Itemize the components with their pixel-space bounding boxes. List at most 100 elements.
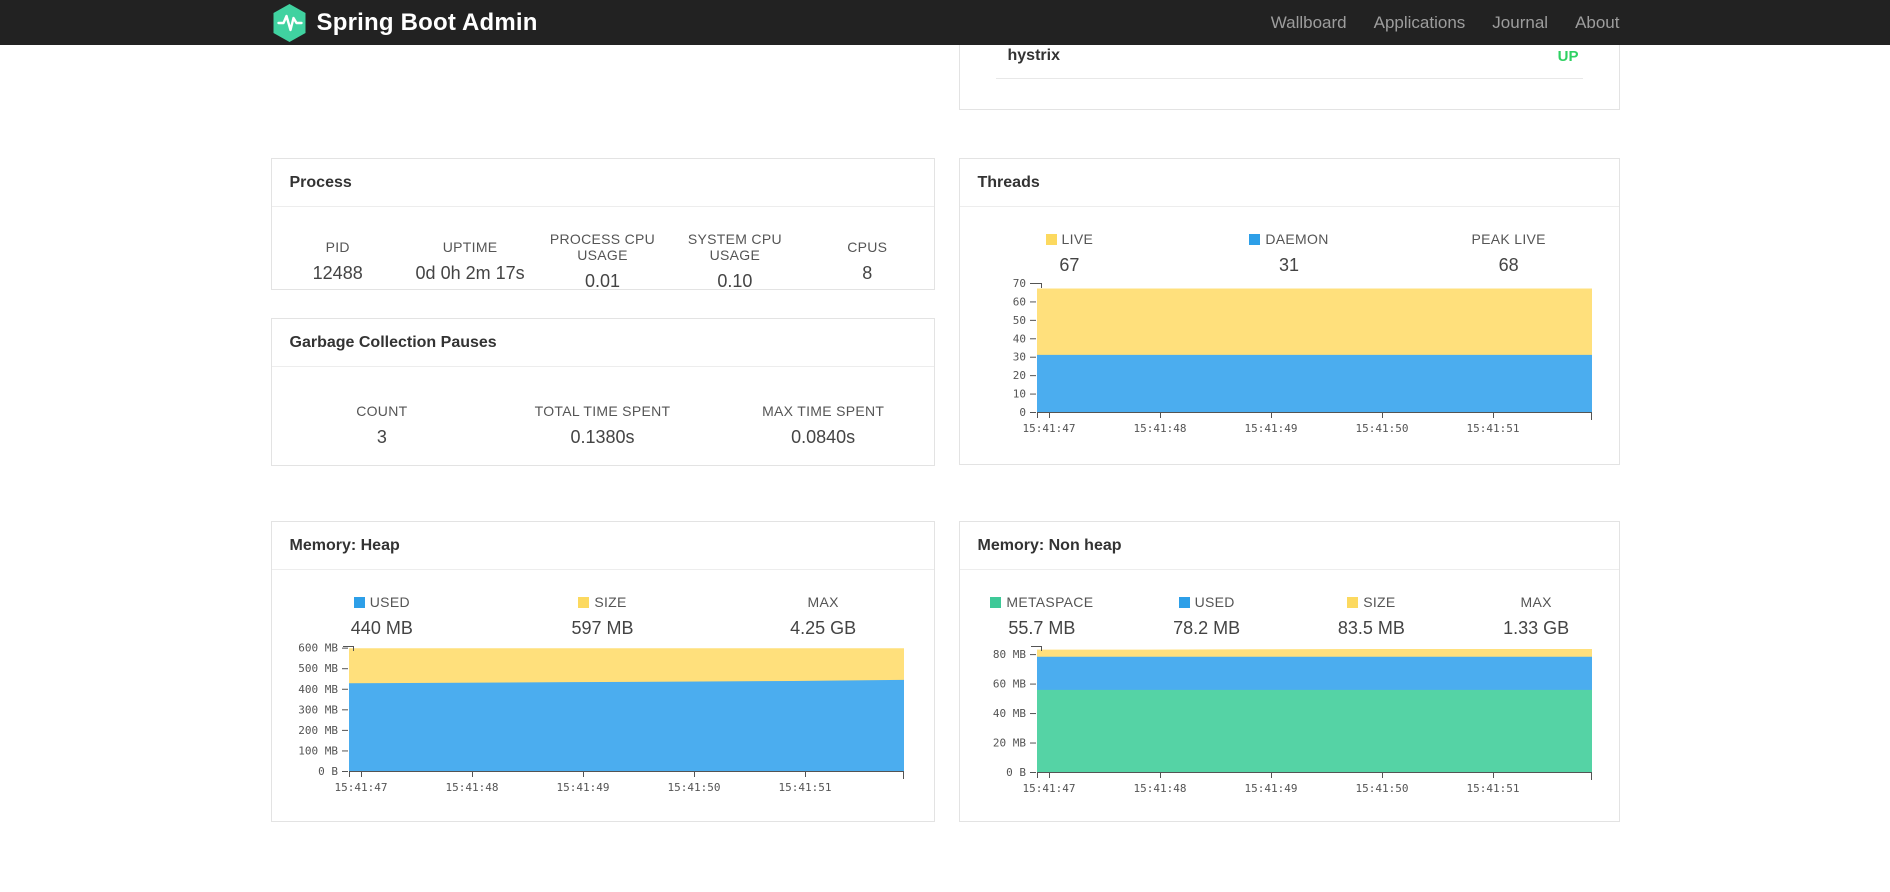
card-title: Memory: Heap [289, 536, 400, 554]
memory-nonheap-card: Memory: Non heap METASPACE 55.7 MB USED … [958, 521, 1620, 822]
svg-text:15:41:47: 15:41:47 [334, 781, 387, 794]
svg-text:20 MB: 20 MB [992, 737, 1025, 750]
svg-text:500 MB: 500 MB [298, 662, 338, 675]
metric-label: PROCESS CPU USAGE [549, 231, 656, 263]
memory-heap-chart: 15:41:47 15:41:48 15:41:49 15:41:50 15:41:51… [298, 642, 904, 794]
metric-value: 0.0840s [791, 427, 856, 447]
metric-value: 0.10 [717, 271, 753, 291]
svg-text:15:41:50: 15:41:50 [667, 781, 720, 794]
legend-swatch-used [1178, 596, 1190, 608]
metric-value: 1.33 GB [1503, 618, 1570, 638]
metric-label: PID [325, 239, 350, 255]
nav-item-wallboard[interactable]: Wallboard [1271, 13, 1347, 33]
metric-label: PEAK LIVE [1471, 231, 1546, 247]
metric-heap-size: SIZE 597 MB [492, 594, 713, 639]
metric-pid: PID 12488 [272, 231, 404, 292]
svg-text:15:41:50: 15:41:50 [1355, 782, 1408, 795]
metric-label: MAX [807, 594, 839, 610]
svg-text:50: 50 [1012, 314, 1025, 327]
process-card: Process PID 12488 UPTIME 0d 0h 2m 17s PR… [270, 158, 935, 292]
brand-title: Spring Boot Admin [316, 8, 538, 36]
legend-swatch-metaspace [990, 596, 1002, 608]
metric-value: 3 [376, 427, 387, 447]
svg-text:0 B: 0 B [1006, 766, 1026, 779]
metric-label: MAX TIME SPENT [762, 403, 885, 419]
metric-value: 4.25 GB [790, 618, 857, 638]
metric-value: 0.1380s [570, 427, 635, 447]
svg-text:15:41:50: 15:41:50 [1355, 422, 1408, 435]
nav-links: Wallboard Applications Journal About [1271, 13, 1620, 33]
metric-system-cpu: SYSTEM CPU USAGE 0.10 [669, 231, 801, 292]
navbar: Spring Boot Admin Wallboard Applications… [0, 0, 1890, 45]
metric-label: SIZE [1289, 594, 1454, 610]
svg-text:15:41:51: 15:41:51 [1466, 422, 1519, 435]
nav-item-journal[interactable]: Journal [1492, 13, 1548, 33]
metric-value: 12488 [312, 263, 363, 283]
metric-cpus: CPUS 8 [801, 231, 933, 292]
threads-chart: 15:41:47 15:41:48 15:41:49 15:41:50 15:41:51… [1012, 277, 1592, 435]
metric-process-cpu: PROCESS CPU USAGE 0.01 [536, 231, 668, 292]
metric-label: DAEMON [1179, 231, 1399, 247]
application-name: hystrix [1007, 47, 1060, 64]
metric-nonheap-max: MAX 1.33 GB [1454, 594, 1619, 639]
svg-text:15:41:47: 15:41:47 [1022, 422, 1075, 435]
metric-label: TOTAL TIME SPENT [534, 403, 671, 419]
metric-label: SIZE [492, 594, 713, 610]
card-title: Garbage Collection Pauses [289, 333, 497, 351]
metric-threads-daemon: DAEMON 31 [1179, 231, 1399, 276]
svg-text:15:41:49: 15:41:49 [1244, 782, 1297, 795]
status-badge: UP [1557, 48, 1579, 65]
card-title: Process [289, 173, 352, 191]
svg-text:15:41:49: 15:41:49 [1244, 422, 1297, 435]
svg-text:600 MB: 600 MB [298, 642, 338, 655]
legend-swatch-used [353, 596, 365, 608]
metric-gc-total-time: TOTAL TIME SPENT 0.1380s [492, 403, 713, 448]
metric-label: USED [1124, 594, 1289, 610]
metric-nonheap-used: USED 78.2 MB [1124, 594, 1289, 639]
svg-text:20: 20 [1012, 369, 1025, 382]
nav-item-about[interactable]: About [1575, 13, 1619, 33]
svg-text:70: 70 [1012, 277, 1025, 290]
metric-nonheap-metaspace: METASPACE 55.7 MB [960, 594, 1125, 639]
metric-value: 31 [1278, 255, 1299, 275]
metric-label: CPUS [847, 239, 888, 255]
metric-value: 55.7 MB [1008, 618, 1076, 638]
metric-threads-peak: PEAK LIVE 68 [1399, 231, 1619, 276]
legend-swatch-size [578, 596, 590, 608]
metric-uptime: UPTIME 0d 0h 2m 17s [404, 231, 536, 292]
legend-swatch-live [1045, 233, 1057, 245]
metric-heap-max: MAX 4.25 GB [713, 594, 934, 639]
svg-text:15:41:51: 15:41:51 [778, 781, 831, 794]
svg-text:15:41:49: 15:41:49 [556, 781, 609, 794]
svg-text:60 MB: 60 MB [992, 678, 1025, 691]
nav-item-applications[interactable]: Applications [1374, 13, 1466, 33]
metric-label: USED [272, 594, 493, 610]
memory-nonheap-chart: 15:41:47 15:41:48 15:41:49 15:41:50 15:41:51… [992, 646, 1592, 795]
metric-gc-max-time: MAX TIME SPENT 0.0840s [713, 403, 934, 448]
svg-text:10: 10 [1012, 388, 1025, 401]
legend-swatch-daemon [1249, 233, 1261, 245]
svg-text:15:41:48: 15:41:48 [445, 781, 498, 794]
svg-text:15:41:51: 15:41:51 [1466, 782, 1519, 795]
metric-label: COUNT [356, 403, 408, 419]
metric-label: METASPACE [960, 594, 1125, 610]
svg-text:30: 30 [1012, 351, 1025, 364]
svg-text:15:41:48: 15:41:48 [1133, 782, 1186, 795]
card-title: Memory: Non heap [977, 536, 1122, 554]
svg-text:300 MB: 300 MB [298, 703, 338, 716]
svg-text:15:41:47: 15:41:47 [1022, 782, 1075, 795]
metric-value: 83.5 MB [1337, 618, 1405, 638]
metric-label: LIVE [960, 231, 1180, 247]
brand-link[interactable]: Spring Boot Admin [271, 3, 538, 43]
metric-value: 597 MB [571, 618, 634, 638]
svg-text:40 MB: 40 MB [992, 707, 1025, 720]
svg-text:60: 60 [1012, 295, 1025, 308]
metric-gc-count: COUNT 3 [272, 403, 493, 448]
metric-value: 78.2 MB [1173, 618, 1241, 638]
metric-label: MAX [1520, 594, 1552, 610]
legend-swatch-size [1347, 596, 1359, 608]
metric-nonheap-size: SIZE 83.5 MB [1289, 594, 1454, 639]
svg-text:15:41:48: 15:41:48 [1133, 422, 1186, 435]
metric-label: SYSTEM CPU USAGE [687, 231, 782, 263]
card-title: Threads [977, 173, 1040, 191]
